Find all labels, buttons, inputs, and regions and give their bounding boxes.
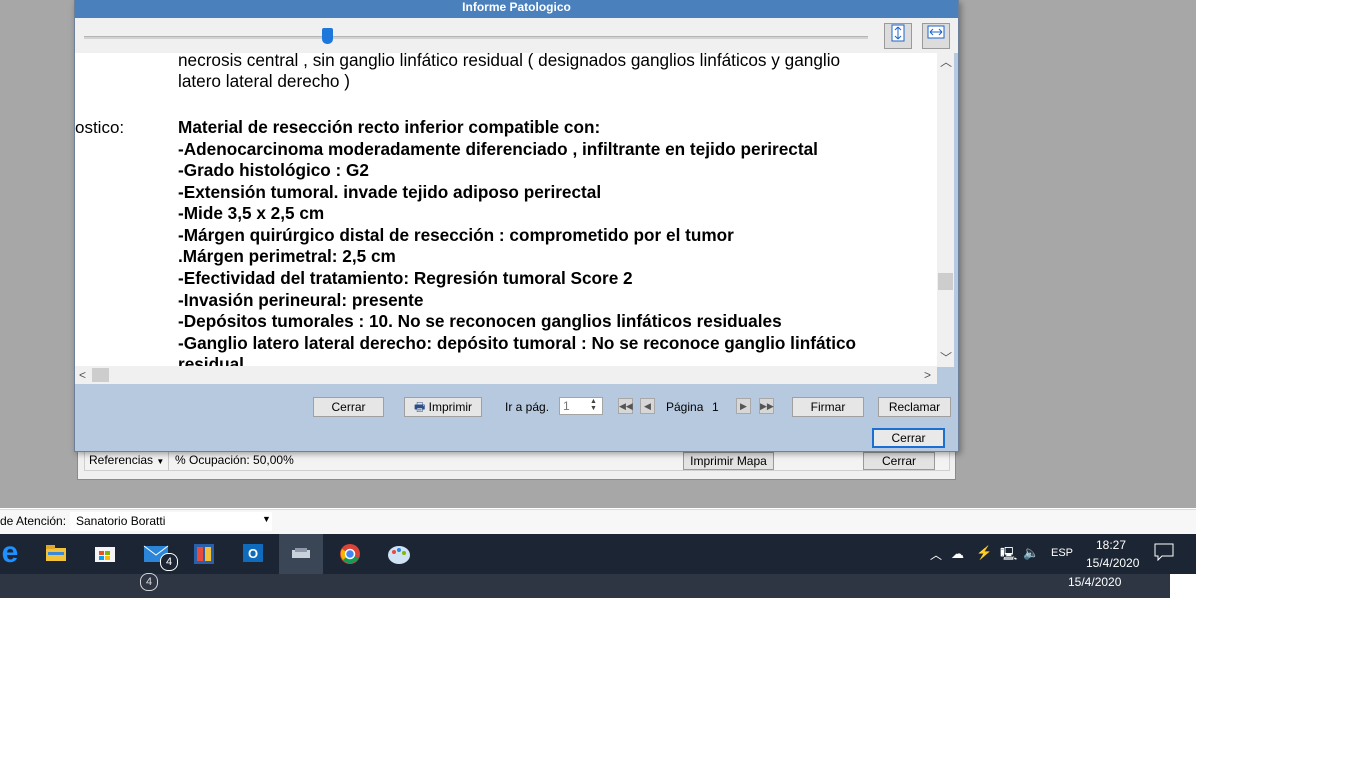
scroll-down-icon[interactable]: ﹀ [940,349,952,366]
scroll-left-icon[interactable]: < [79,368,86,382]
report-line: -Ganglio latero lateral derecho: depósit… [178,333,857,353]
notifications-icon[interactable] [1154,543,1174,564]
fit-height-icon[interactable] [884,23,912,49]
volume-icon[interactable]: 🔈 [1023,545,1039,561]
imprimir-mapa-button[interactable]: Imprimir Mapa [683,452,774,470]
chevron-down-icon: ▼ [262,514,271,524]
imprimir-label: Imprimir [428,400,472,414]
clock-date[interactable]: 15/4/2020 [1086,556,1139,570]
mail-badge-ghost: 4 [140,573,158,591]
last-page-icon[interactable]: ▶▶ [759,398,774,414]
cerrar-button[interactable]: Cerrar [313,397,384,417]
page-label: Página [666,400,704,414]
report-line: residual [178,354,244,366]
statusbar-separator [168,451,169,470]
chrome-icon[interactable] [339,543,361,568]
report-field-label: ostico: [75,118,125,137]
report-line: -Grado histológico : G2 [178,160,369,180]
location-label: de Atención: [0,514,67,528]
page-spinner-icon[interactable]: ▲ ▼ [590,398,597,412]
edge-browser-icon[interactable]: e [0,536,20,570]
location-select[interactable]: Sanatorio Boratti [70,512,272,531]
scroll-up-icon[interactable]: ︿ [940,53,952,70]
report-line: -Depósitos tumorales : 10. No se reconoc… [178,311,782,331]
mail-badge: 4 [160,553,178,571]
report-line: necrosis central , sin ganglio linfático… [178,50,841,70]
taskbar-ghost [0,574,1170,598]
active-app-icon[interactable] [279,534,323,574]
referencias-dropdown[interactable]: Referencias ▼ [89,453,164,467]
report-line: -Márgen quirúrgico distal de resección :… [178,225,734,245]
current-page-number: 1 [712,400,719,414]
paint-icon[interactable] [387,543,411,568]
store-icon[interactable] [94,543,116,566]
zoom-slider-thumb[interactable] [322,28,334,44]
scroll-right-icon[interactable]: > [924,368,931,382]
zoom-slider-track[interactable] [84,36,868,39]
imprimir-button[interactable]: 🖶 Imprimir [404,397,482,417]
report-line: -Efectividad del tratamiento: Regresión … [178,268,633,288]
printer-icon: 🖶 [414,400,426,414]
svg-text:O: O [248,546,258,561]
first-page-icon[interactable]: ◀◀ [618,398,633,414]
outlook-icon[interactable]: O [242,543,264,566]
go-to-page-label: Ir a pág. [505,400,550,414]
ocupacion-status: % Ocupación: 50,00% [175,453,294,467]
report-line: .Márgen perimetral: 2,5 cm [178,246,396,266]
horizontal-scroll-thumb[interactable] [92,368,109,382]
chevron-up-icon[interactable]: ︿ [930,546,942,563]
dialog-title: Informe Patologico [75,0,958,18]
fit-width-icon[interactable] [922,23,950,49]
report-line: -Mide 3,5 x 2,5 cm [178,203,325,223]
vertical-scroll-thumb[interactable] [938,273,953,290]
vertical-scrollbar[interactable] [937,53,954,367]
cerrar-default-button[interactable]: Cerrar [872,428,945,448]
report-line: -Extensión tumoral. invade tejido adipos… [178,182,602,202]
background-cerrar-button[interactable]: Cerrar [863,452,935,470]
reclamar-button[interactable]: Reclamar [878,397,951,417]
report-line: -Adenocarcinoma moderadamente diferencia… [178,139,818,159]
next-page-icon[interactable]: ▶ [736,398,751,414]
caret-down-icon: ▼ [156,457,165,466]
app-icon[interactable] [193,543,215,568]
clock-time[interactable]: 18:27 [1096,538,1126,552]
horizontal-scrollbar[interactable] [75,366,937,384]
previous-page-icon[interactable]: ◀ [640,398,655,414]
report-line: -Invasión perineural: presente [178,290,424,310]
referencias-label: Referencias [89,453,154,467]
report-line: latero lateral derecho ) [178,71,350,91]
onedrive-icon[interactable]: ☁ [951,546,964,562]
file-explorer-icon[interactable] [45,544,67,565]
language-indicator[interactable]: ESP [1051,547,1073,559]
battery-warning-icon[interactable]: ⚡ [976,545,992,561]
network-icon[interactable]: 🖳 [1000,545,1017,567]
firmar-button[interactable]: Firmar [792,397,864,417]
clock-date-ghost: 15/4/2020 [1068,575,1122,589]
report-line: Material de resección recto inferior com… [178,117,601,137]
